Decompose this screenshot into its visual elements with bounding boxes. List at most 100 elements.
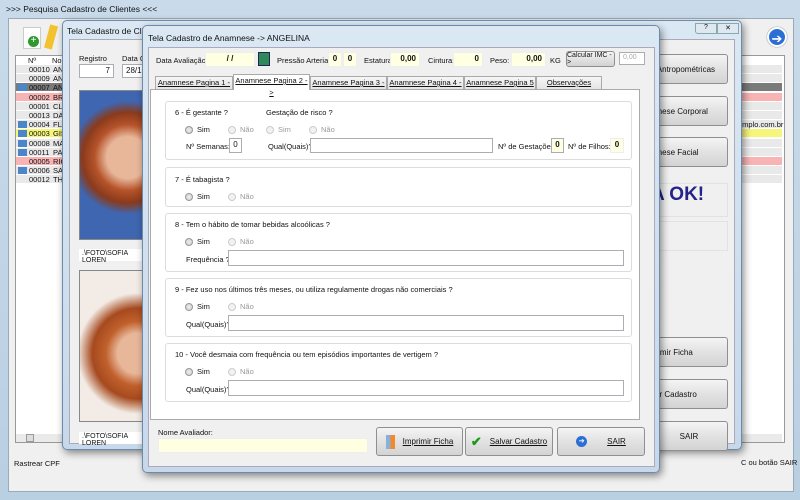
q10-label: 10 - Você desmaia com frequência ou tem … [175,350,439,359]
tab-1[interactable]: Anamnese Pagina 1 -> [155,76,233,99]
question-9-group: 9 - Fez uso nos últimos três meses, ou u… [165,278,632,337]
client-exit-button[interactable]: SAIR [650,421,728,451]
client-save-button[interactable]: var Cadastro [650,379,728,409]
tab-3[interactable]: Anamnese Pagina 3 -> [310,76,387,99]
edit-client-icon[interactable] [44,24,58,50]
filhos-field[interactable]: 0 [610,138,624,153]
add-client-icon[interactable]: + [23,27,41,49]
anamnese-facial-button[interactable]: mnese Facial [650,137,728,167]
q6-yes-radio[interactable]: Sim [185,125,210,134]
anamnese-window-title: Tela Cadastro de Anamnese -> ANGELINA [148,33,310,43]
client-print-button[interactable]: primir Ficha [650,337,728,367]
row-email: emplo.com.br [738,120,784,130]
next-arrow-icon[interactable]: ➔ [767,27,787,47]
q9-field-label: Qual(Quais)? [186,320,231,329]
print-icon [385,434,395,449]
medidas-antropometricas-button[interactable]: s Antropométricas [650,54,728,84]
q7-yes-radio[interactable]: Sim [185,192,210,201]
q10-yes-radio[interactable]: Sim [185,367,210,376]
tab-4[interactable]: Anamnese Pagina 4 -> [387,76,464,99]
row-id: 00009 [29,74,50,84]
q8-yes-radio[interactable]: Sim [185,237,210,246]
record-icon [18,84,27,92]
q6-qual-label: Qual(Quais)? [268,142,313,151]
row-id: 00008 [29,138,50,148]
tab-6[interactable]: Observações Gerais [536,76,602,99]
gestacoes-field[interactable]: 0 [551,138,564,153]
tab-5[interactable]: Anamnese Pagina 5 -> [464,76,536,99]
help-button[interactable]: ? [695,23,717,34]
row-id: 00005 [29,157,50,166]
q8-no-radio[interactable]: Não [228,237,254,246]
q6-risk-no-radio[interactable]: Não [309,125,335,134]
peso-label: Peso: [490,56,510,65]
peso-unit: KG [550,56,561,65]
q7-no-radio[interactable]: Não [228,192,254,201]
cintura-field[interactable]: 0 [453,52,483,67]
data-avaliacao-field[interactable]: / / [205,52,255,67]
question-6-group: 6 - É gestante ? Gestação de risco ? Sim… [165,101,632,160]
close-button[interactable]: ✕ [717,23,739,34]
row-id: 00011 [29,147,50,157]
pressao-field-1[interactable]: 0 [328,52,342,67]
rastrear-cpf-label: Rastrear CPF [14,459,60,468]
row-id: 00013 [29,111,50,120]
q7-label: 7 - É tabagista ? [175,175,230,184]
calendar-icon[interactable] [258,52,270,66]
row-id: 00012 [29,175,50,185]
status-banner: A OK! [650,183,728,217]
row-id: 00006 [29,166,50,176]
q8-frequencia-field[interactable] [228,250,624,266]
q6-risk-label: Gestação de risco ? [266,108,333,117]
imc-field: 0,00 [619,52,645,65]
record-icon [18,148,27,156]
row-id: 00001 [29,101,50,111]
q6-no-radio[interactable]: Não [228,125,254,134]
anamnese-corporal-button[interactable]: mnese Corporal [650,96,728,126]
semanas-label: Nº Semanas: [186,142,231,151]
peso-field[interactable]: 0,00 [511,52,546,67]
grid-header-number[interactable]: Nº [28,56,36,65]
q8-field-label: Frequência ? [186,255,230,264]
gestacoes-label: Nº de Gestações: [498,142,557,151]
registro-field[interactable]: 7 [79,64,114,78]
q9-qual-field[interactable] [228,315,624,331]
pressao-field-2[interactable]: 0 [343,52,357,67]
exit-arrow-icon: ➔ [576,436,588,447]
checkmark-icon: ✔ [470,433,482,449]
q10-qual-field[interactable] [228,380,624,396]
row-id: 00007 [29,83,50,93]
q9-yes-radio[interactable]: Sim [185,302,210,311]
semanas-field[interactable]: 0 [229,138,242,153]
row-id: 00003 [29,129,50,139]
q8-label: 8 - Tem o hábito de tomar bebidas alcoól… [175,220,330,229]
q9-label: 9 - Fez uso nos últimos três meses, ou u… [175,285,453,294]
client-photo-2 [79,270,149,422]
photo-path-1: .\FOTO\SOFIA LOREN [79,249,151,264]
q6-qual-field[interactable] [310,138,493,153]
record-icon [18,130,27,138]
print-button[interactable]: Imprimir Ficha [376,427,463,456]
row-id: 00010 [29,65,50,74]
save-button[interactable]: ✔ Salvar Cadastro [465,427,553,456]
avaliador-field[interactable] [158,438,368,453]
record-icon [18,121,27,129]
cintura-label: Cintura: [428,56,455,65]
filhos-label: Nº de Filhos: [568,142,611,151]
row-id: 00002 [29,92,50,102]
exit-button[interactable]: ➔ SAIR [557,427,645,456]
question-7-group: 7 - É tabagista ? Sim Não [165,167,632,207]
main-window-title: >>> Pesquisa Cadastro de Clientes <<< [6,4,158,14]
q6-risk-yes-radio[interactable]: Sim [266,125,291,134]
registro-label: Registro [79,54,107,63]
estatura-field[interactable]: 0,00 [390,52,420,67]
record-icon [18,139,27,147]
calcular-imc-button[interactable]: Calcular IMC -> [566,51,615,67]
q10-field-label: Qual(Quais)? [186,385,231,394]
footer-hint: C ou botão SAIR [741,458,798,467]
tab-2[interactable]: Anamnese Pagina 2 -> [233,74,310,97]
q10-no-radio[interactable]: Não [228,367,254,376]
data-avaliacao-label: Data Avaliação: [156,56,208,65]
q6-label: 6 - É gestante ? [175,108,228,117]
q9-no-radio[interactable]: Não [228,302,254,311]
